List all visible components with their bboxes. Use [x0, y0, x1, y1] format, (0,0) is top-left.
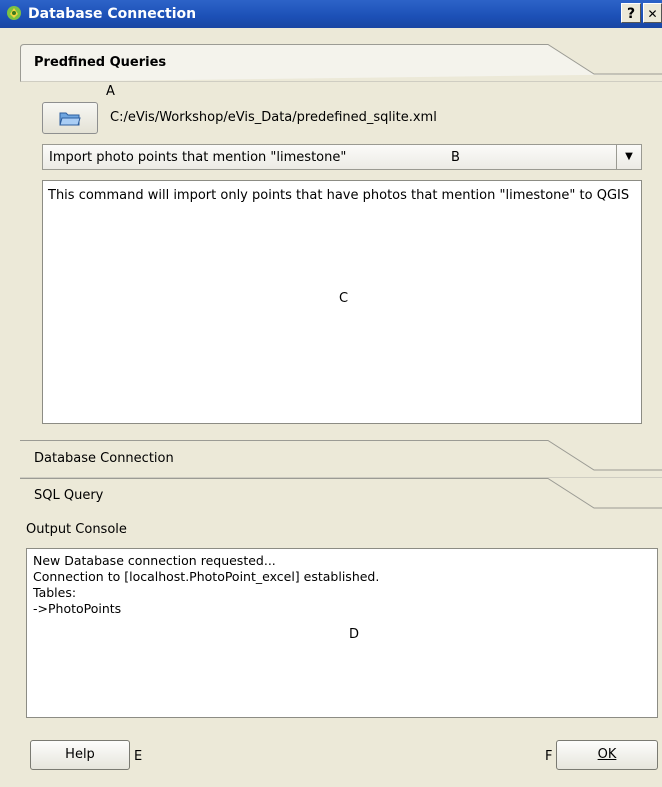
help-title-button[interactable]: ? [621, 3, 641, 23]
annotation-c: C [339, 291, 349, 306]
annotation-a: A [106, 84, 115, 99]
annotation-f: F [545, 749, 553, 764]
database-connection-dialog: Database Connection ? ✕ Predfined Querie… [0, 0, 662, 787]
annotation-d: D [349, 627, 360, 642]
title-bar: Database Connection ? ✕ [0, 0, 662, 28]
annotation-e: E [134, 749, 143, 764]
help-button[interactable]: Help [30, 740, 130, 770]
console-line: Tables: [33, 585, 77, 600]
tab-sql-query[interactable]: SQL Query [20, 478, 662, 516]
output-console-label: Output Console [26, 522, 127, 537]
predefined-query-select[interactable]: Import photo points that mention "limest… [42, 144, 642, 170]
database-connection-label: Database Connection [34, 451, 174, 466]
page-header-shape [20, 478, 662, 509]
output-console[interactable]: New Database connection requested... Con… [26, 548, 658, 718]
selected-query-value: Import photo points that mention "limest… [49, 150, 347, 165]
folder-open-icon [59, 112, 81, 126]
close-title-button[interactable]: ✕ [643, 3, 662, 23]
sql-query-label: SQL Query [34, 488, 104, 503]
console-line: New Database connection requested... [33, 553, 276, 568]
qgis-app-icon [7, 6, 21, 20]
query-description-box[interactable]: This command will import only points tha… [42, 180, 642, 424]
annotation-b: B [451, 150, 460, 165]
console-line: ->PhotoPoints [33, 601, 122, 616]
tab-database-connection[interactable]: Database Connection [20, 440, 662, 478]
predefined-queries-label: Predfined Queries [34, 55, 167, 70]
file-path-label: C:/eVis/Workshop/eVis_Data/predefined_sq… [110, 110, 437, 125]
query-description-text: This command will import only points tha… [48, 188, 630, 203]
open-file-button[interactable] [42, 102, 98, 134]
console-line: Connection to [localhost.PhotoPoint_exce… [33, 569, 380, 584]
ok-button[interactable]: OK [556, 740, 658, 770]
window-title: Database Connection [28, 6, 197, 22]
tab-predefined-queries[interactable]: Predfined Queries [20, 44, 662, 82]
dropdown-arrow-icon[interactable]: ▼ [616, 145, 641, 169]
